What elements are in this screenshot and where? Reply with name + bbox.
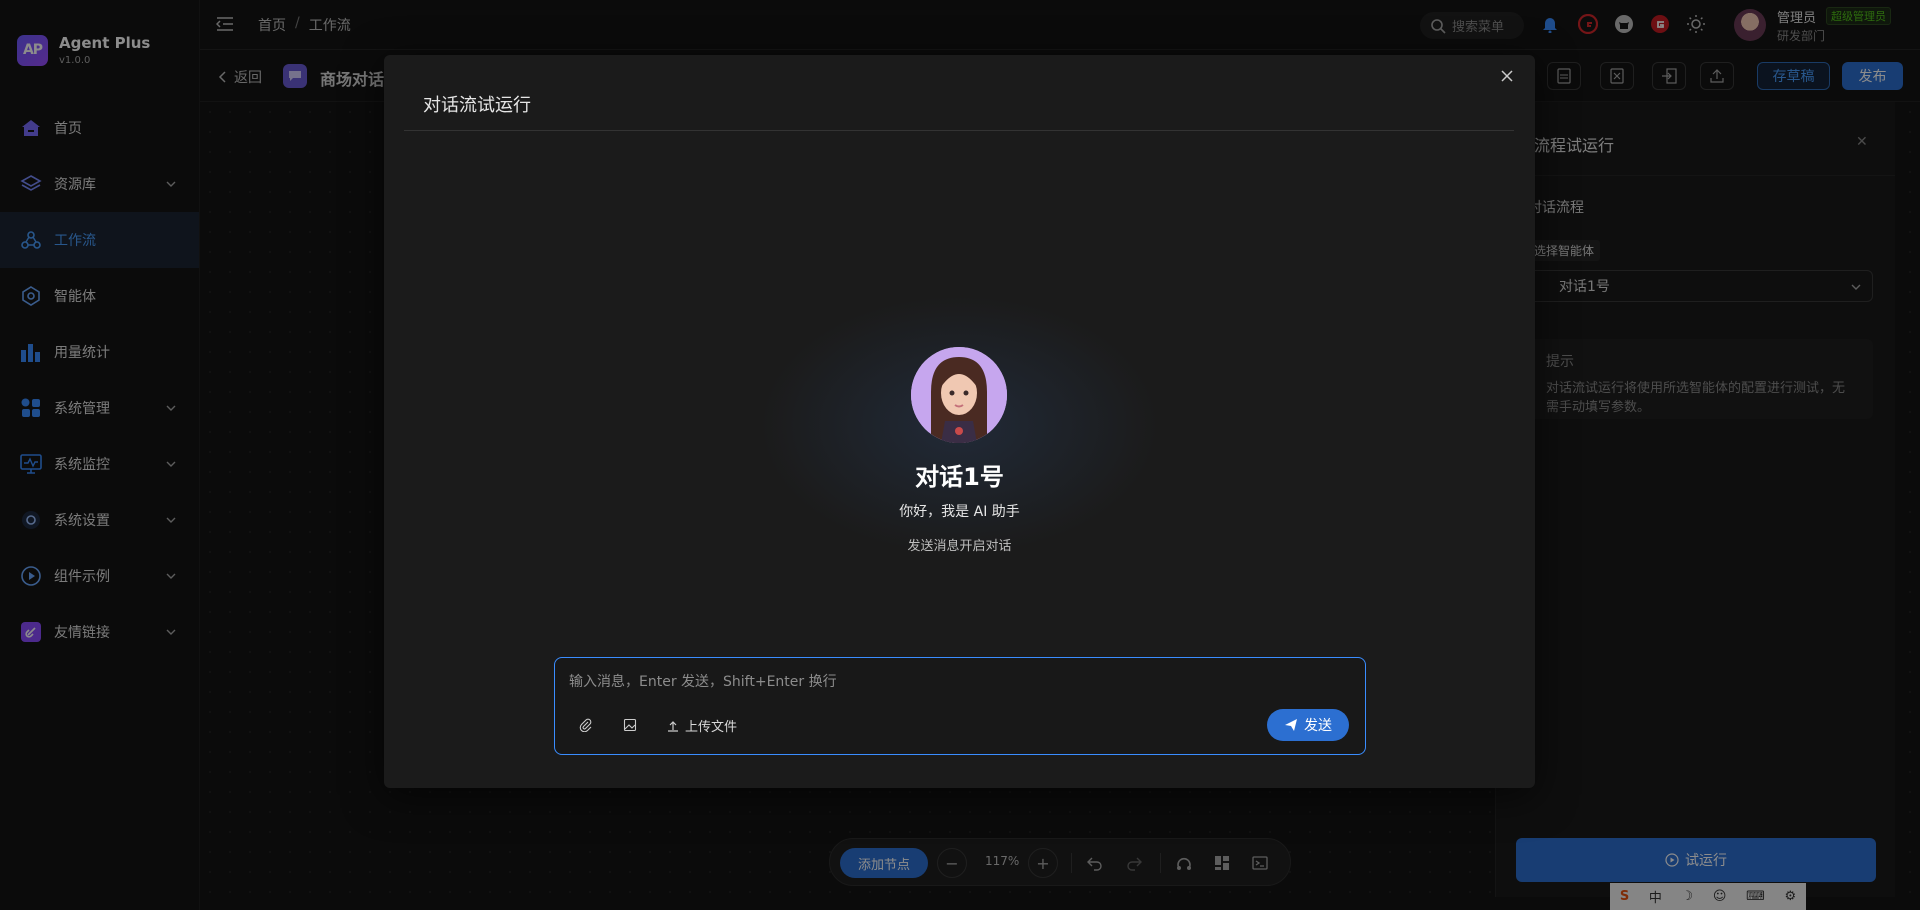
- upload-file-button[interactable]: 上传文件: [667, 716, 737, 735]
- modal-divider: [404, 130, 1514, 131]
- bot-avatar: [911, 347, 1007, 443]
- bot-greeting: 你好，我是 AI 助手: [899, 504, 1020, 520]
- image-icon[interactable]: [621, 716, 639, 734]
- close-icon[interactable]: [1500, 69, 1516, 85]
- message-composer: 上传文件 发送: [554, 657, 1366, 755]
- attachment-icon[interactable]: [577, 716, 595, 734]
- bot-hint: 发送消息开启对话: [907, 539, 1012, 554]
- send-label: 发送: [1304, 718, 1332, 734]
- chat-trial-modal: 对话流试运行 对话1号 你好，我是 AI 助手 发送消息开启对话 上传文: [384, 55, 1535, 788]
- upload-icon: [668, 720, 678, 732]
- upload-file-label: 上传文件: [685, 720, 738, 735]
- modal-title: 对话流试运行: [423, 95, 531, 116]
- bot-name: 对话1号: [915, 463, 1004, 491]
- send-button[interactable]: 发送: [1267, 709, 1349, 741]
- send-icon: [1285, 719, 1297, 731]
- message-input[interactable]: [569, 670, 1349, 694]
